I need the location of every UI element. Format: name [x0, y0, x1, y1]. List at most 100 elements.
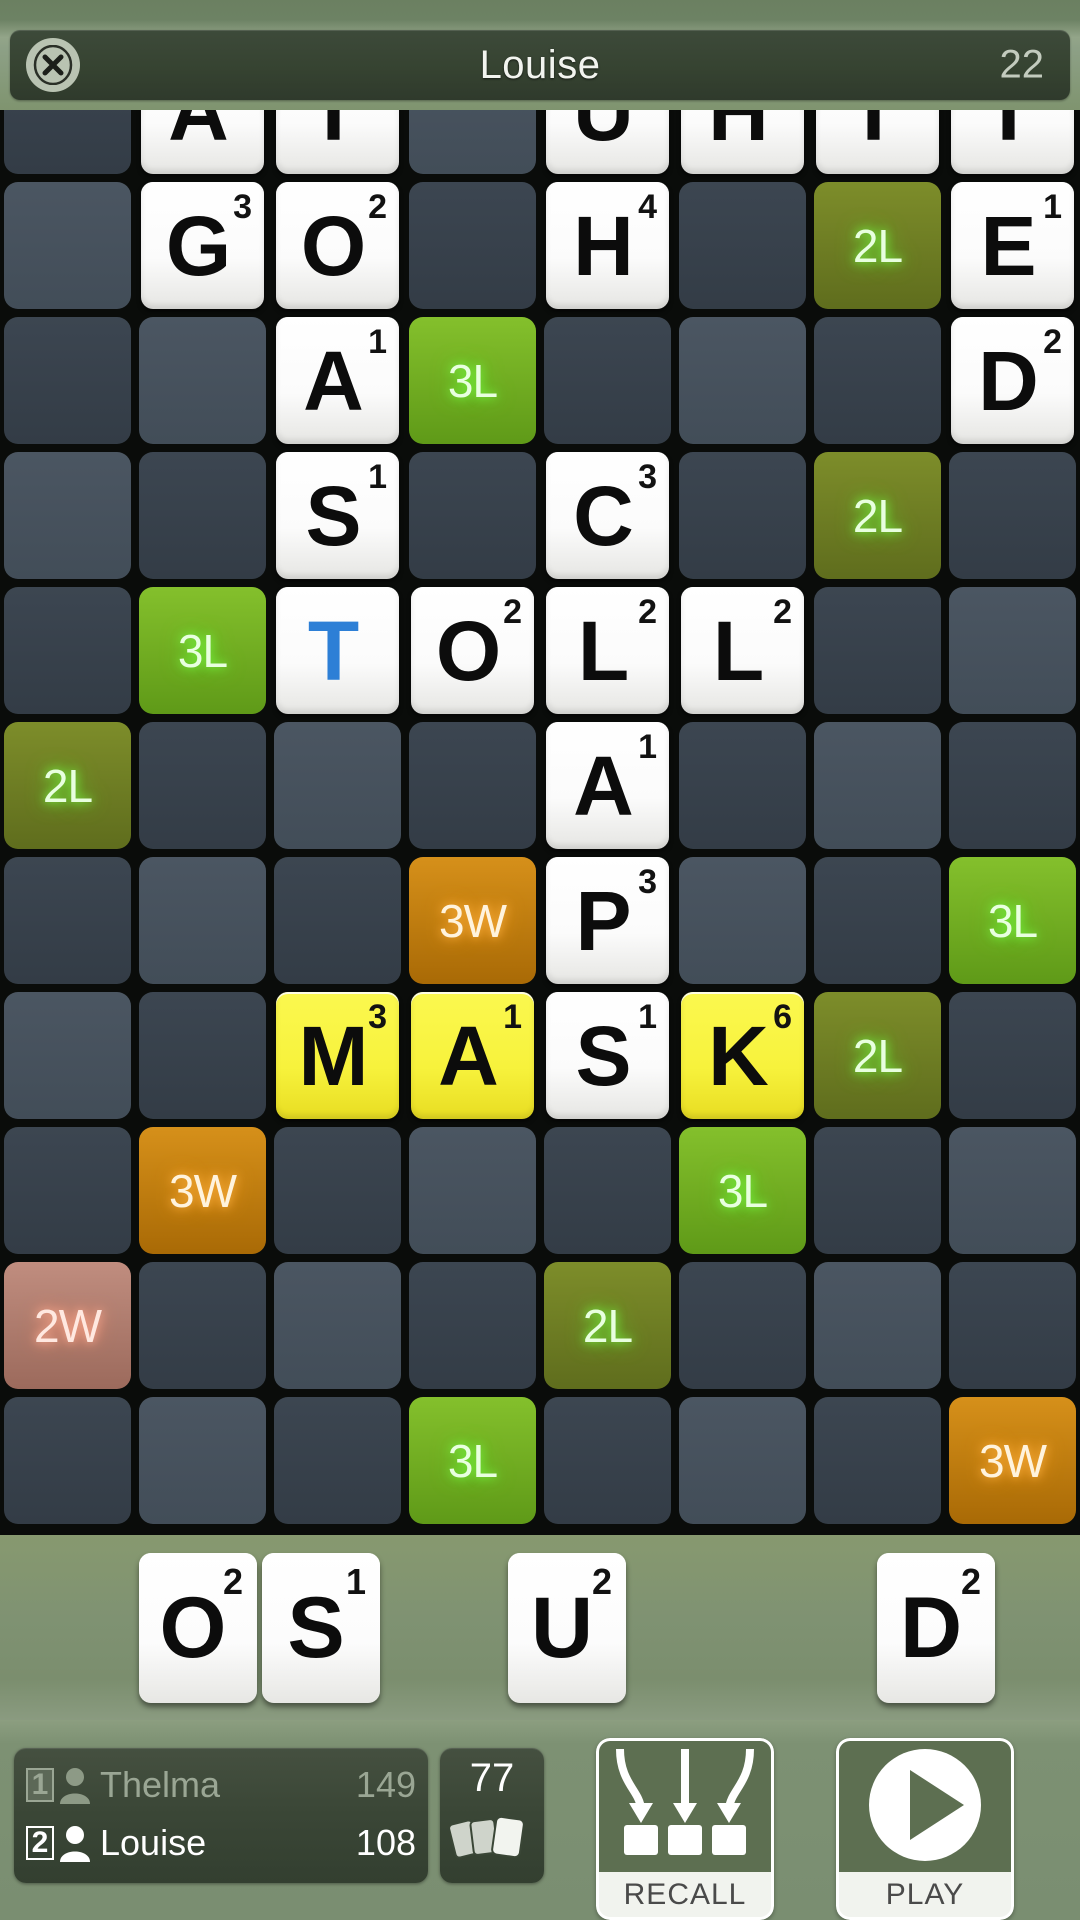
board-square-empty[interactable]	[540, 313, 675, 448]
game-board[interactable]: A T U H T T G 3 O 2 H 4 2L E 1 A 1 3L D 2 S 1 C 3 2L 3L T O 2 L 2 L 2 2L A…	[0, 110, 1080, 1535]
bonus-square-2l[interactable]: 2L	[810, 178, 945, 313]
board-square-empty[interactable]	[0, 1393, 135, 1528]
board-tile[interactable]: A1	[405, 988, 540, 1123]
board-square-empty[interactable]	[945, 1123, 1080, 1258]
bonus-square-3l[interactable]: 3L	[405, 313, 540, 448]
board-square-empty[interactable]	[405, 1123, 540, 1258]
letter-tile[interactable]: H4	[546, 182, 669, 309]
board-square-empty[interactable]	[675, 448, 810, 583]
letter-tile[interactable]: O2	[276, 182, 399, 309]
board-square-empty[interactable]	[0, 988, 135, 1123]
tile-rack[interactable]: O2S1 U2 D2	[0, 1535, 1080, 1720]
rack-tile[interactable]: O2	[139, 1553, 257, 1703]
letter-tile[interactable]: A1	[276, 317, 399, 444]
board-tile[interactable]: P3	[540, 853, 675, 988]
rack-tile[interactable]: D2	[877, 1553, 995, 1703]
board-square-empty[interactable]	[675, 1393, 810, 1528]
letter-tile[interactable]: E1	[951, 182, 1074, 309]
board-square-empty[interactable]	[810, 853, 945, 988]
rack-slot[interactable]: O2	[139, 1553, 257, 1703]
board-tile[interactable]: M3	[270, 988, 405, 1123]
letter-tile[interactable]: T	[951, 110, 1074, 174]
board-tile[interactable]: T	[270, 583, 405, 718]
bonus-square-3w[interactable]: 3W	[135, 1123, 270, 1258]
board-square-empty[interactable]	[135, 1393, 270, 1528]
board-square-empty[interactable]	[675, 718, 810, 853]
board-tile[interactable]: A1	[270, 313, 405, 448]
board-tile[interactable]: U	[540, 110, 675, 178]
letter-tile[interactable]: T	[276, 110, 399, 174]
bonus-square-2l[interactable]: 2L	[0, 718, 135, 853]
board-square-empty[interactable]	[675, 853, 810, 988]
rack-slot[interactable]: D2	[877, 1553, 995, 1703]
board-square-empty[interactable]	[810, 313, 945, 448]
letter-tile[interactable]: C3	[546, 452, 669, 579]
board-square-empty[interactable]	[135, 313, 270, 448]
board-square-empty[interactable]	[405, 718, 540, 853]
board-square-empty[interactable]	[135, 1258, 270, 1393]
tile-bag-button[interactable]: 77	[440, 1748, 544, 1883]
letter-tile[interactable]: A	[141, 110, 264, 174]
board-tile[interactable]: T	[270, 110, 405, 178]
board-square-empty[interactable]	[0, 853, 135, 988]
board-tile[interactable]: S1	[540, 988, 675, 1123]
board-tile[interactable]: A1	[540, 718, 675, 853]
board-square-empty[interactable]	[945, 448, 1080, 583]
board-square-empty[interactable]	[945, 988, 1080, 1123]
rack-slot[interactable]	[385, 1553, 503, 1703]
board-square-empty[interactable]	[0, 1123, 135, 1258]
board-tile[interactable]: A	[135, 110, 270, 178]
board-tile[interactable]: T	[810, 110, 945, 178]
board-square-empty[interactable]	[675, 313, 810, 448]
board-square-empty[interactable]	[270, 718, 405, 853]
board-square-empty[interactable]	[135, 853, 270, 988]
board-square-empty[interactable]	[540, 1123, 675, 1258]
bonus-square-3l[interactable]: 3L	[135, 583, 270, 718]
letter-tile[interactable]: A1	[546, 722, 669, 849]
board-square-empty[interactable]	[0, 583, 135, 718]
close-circle-icon[interactable]	[26, 38, 80, 92]
board-square-empty[interactable]	[0, 313, 135, 448]
bonus-square-2l[interactable]: 2L	[810, 448, 945, 583]
letter-tile[interactable]: M3	[276, 992, 399, 1119]
board-square-empty[interactable]	[0, 110, 135, 178]
letter-tile[interactable]: D2	[951, 317, 1074, 444]
board-square-empty[interactable]	[405, 178, 540, 313]
letter-tile[interactable]: T	[816, 110, 939, 174]
scoreboard[interactable]: 1 Thelma 149 2 Louise 108	[14, 1748, 428, 1883]
board-square-empty[interactable]	[810, 1123, 945, 1258]
bonus-square-3l[interactable]: 3L	[405, 1393, 540, 1528]
letter-tile[interactable]: A1	[411, 992, 534, 1119]
board-square-empty[interactable]	[0, 448, 135, 583]
board-square-empty[interactable]	[405, 110, 540, 178]
board-tile[interactable]: S1	[270, 448, 405, 583]
board-tile[interactable]: T	[945, 110, 1080, 178]
board-square-empty[interactable]	[405, 448, 540, 583]
board-square-empty[interactable]	[945, 583, 1080, 718]
board-tile[interactable]: L2	[675, 583, 810, 718]
board-tile[interactable]: E1	[945, 178, 1080, 313]
board-tile[interactable]: O2	[405, 583, 540, 718]
board-square-empty[interactable]	[810, 1393, 945, 1528]
board-tile[interactable]: O2	[270, 178, 405, 313]
bonus-square-2l[interactable]: 2L	[810, 988, 945, 1123]
recall-button[interactable]: RECALL	[596, 1738, 774, 1920]
letter-tile[interactable]: L2	[546, 587, 669, 714]
rack-tile[interactable]: S1	[262, 1553, 380, 1703]
board-tile[interactable]: L2	[540, 583, 675, 718]
letter-tile[interactable]: H	[681, 110, 804, 174]
board-square-empty[interactable]	[0, 178, 135, 313]
letter-tile[interactable]: T	[276, 587, 399, 714]
rack-slot[interactable]	[631, 1553, 749, 1703]
letter-tile[interactable]: O2	[411, 587, 534, 714]
board-tile[interactable]: D2	[945, 313, 1080, 448]
bonus-square-2w[interactable]: 2W	[0, 1258, 135, 1393]
rack-slot[interactable]: U2	[508, 1553, 626, 1703]
letter-tile[interactable]: L2	[681, 587, 804, 714]
board-square-empty[interactable]	[405, 1258, 540, 1393]
bonus-square-2l[interactable]: 2L	[540, 1258, 675, 1393]
rack-slot[interactable]: S1	[262, 1553, 380, 1703]
letter-tile[interactable]: S1	[276, 452, 399, 579]
board-square-empty[interactable]	[135, 988, 270, 1123]
bonus-square-3l[interactable]: 3L	[675, 1123, 810, 1258]
